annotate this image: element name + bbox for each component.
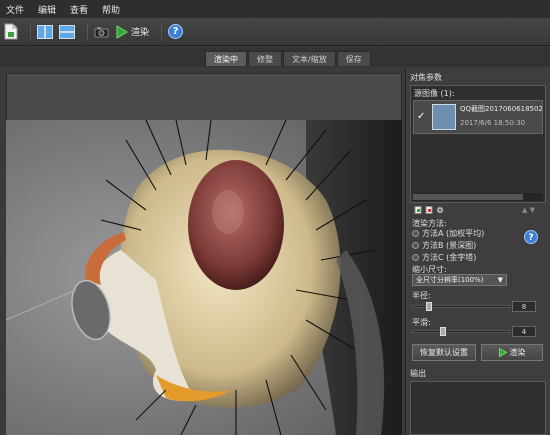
method-b-label: 方法B (景深图): [422, 241, 477, 250]
method-c-label: 方法C (金字塔): [422, 253, 477, 262]
radius-label: 半径:: [412, 291, 431, 300]
open-file-button[interactable]: [4, 22, 18, 42]
rows-icon: [59, 24, 75, 39]
help-icon[interactable]: ?: [524, 230, 538, 244]
source-image-date: 2017/6/6 18:50:30: [460, 119, 526, 127]
method-c-radio[interactable]: 方法C (金字塔): [412, 252, 476, 263]
reduce-size-value: 全尺寸分辨率(100%): [416, 276, 484, 284]
method-a-label: 方法A (加权平均): [422, 229, 485, 238]
method-b-radio[interactable]: 方法B (景深图): [412, 240, 476, 251]
menu-file[interactable]: 文件: [6, 3, 24, 16]
chevron-down-icon: ▼: [497, 276, 503, 284]
camera-button[interactable]: [94, 22, 110, 42]
radius-slider-handle[interactable]: [426, 302, 432, 311]
source-image-name: QQ截图20170606185025: [460, 105, 542, 113]
menu-view[interactable]: 查看: [70, 3, 88, 16]
help-toolbar-button[interactable]: ?: [168, 22, 184, 42]
tab-retouch[interactable]: 修整: [248, 51, 282, 66]
play-icon: [498, 348, 507, 357]
smooth-label: 平滑:: [412, 318, 431, 327]
reorder-arrows-icon[interactable]: ▲ ▼: [522, 206, 535, 214]
menu-bar: 文件 编辑 查看 帮助: [0, 0, 550, 18]
menu-edit[interactable]: 编辑: [38, 3, 56, 16]
split-view-button[interactable]: [37, 22, 53, 42]
reset-defaults-label: 恢复默认设置: [420, 348, 468, 357]
smooth-slider-handle[interactable]: [440, 327, 446, 336]
tab-save[interactable]: 保存: [336, 51, 371, 66]
tab-bar: 渲染中 修整 文本/缩放 保存: [0, 47, 550, 67]
radius-spinbox[interactable]: 8: [512, 301, 536, 312]
render-button-label: 渲染: [509, 348, 526, 357]
radio-dot: [412, 242, 419, 249]
scrollbar-thumb[interactable]: [413, 194, 523, 200]
method-a-radio[interactable]: 方法A (加权平均): [412, 228, 484, 239]
tab-text-scale[interactable]: 文本/缩放: [283, 51, 336, 66]
source-images-label: 源图像 (1):: [414, 89, 455, 98]
radio-dot: [412, 230, 419, 237]
remove-file-icon[interactable]: [425, 206, 433, 214]
toolbar-separator: [87, 22, 88, 41]
radio-dot: [412, 254, 419, 261]
toolbar-separator: [161, 22, 163, 41]
reset-defaults-button[interactable]: 恢复默认设置: [412, 344, 476, 361]
panel-title: 对焦参数: [410, 73, 442, 82]
render-toolbar-button[interactable]: 渲染: [116, 22, 149, 42]
columns-icon: [37, 24, 53, 39]
toolbar: 渲染 ?: [0, 18, 550, 46]
source-actions: [414, 206, 447, 214]
focus-params-panel: 对焦参数 源图像 (1): ✓ QQ截图20170606185025 2017/…: [405, 68, 550, 435]
source-image-item[interactable]: ✓ QQ截图20170606185025 2017/6/6 18:50:30: [413, 100, 543, 134]
source-list-scrollbar[interactable]: [413, 193, 543, 201]
render-button[interactable]: 渲染: [481, 344, 543, 361]
source-thumbnail: [432, 104, 456, 130]
tab-rendering[interactable]: 渲染中: [205, 51, 247, 66]
output-label: 输出: [410, 369, 426, 378]
render-toolbar-label: 渲染: [131, 28, 150, 38]
play-icon: [116, 24, 128, 39]
smooth-spinbox[interactable]: 4: [512, 326, 536, 337]
output-area: [410, 381, 546, 435]
reduce-size-dropdown[interactable]: 全尺寸分辨率(100%) ▼: [412, 274, 507, 286]
camera-icon: [94, 26, 109, 37]
source-images-list[interactable]: 源图像 (1): ✓ QQ截图20170606185025 2017/6/6 1…: [410, 85, 546, 203]
add-file-icon[interactable]: [414, 206, 422, 214]
check-icon[interactable]: ✓: [417, 111, 425, 122]
menu-help[interactable]: 帮助: [102, 3, 120, 16]
toolbar-separator: [30, 22, 31, 41]
help-icon: ?: [168, 24, 184, 39]
fly-macro-photo: [6, 120, 402, 435]
smooth-slider[interactable]: [412, 330, 510, 333]
settings-gear-icon[interactable]: [436, 206, 444, 214]
rendered-image[interactable]: [6, 120, 402, 435]
document-icon: [4, 23, 18, 40]
stack-view-button[interactable]: [59, 22, 75, 42]
